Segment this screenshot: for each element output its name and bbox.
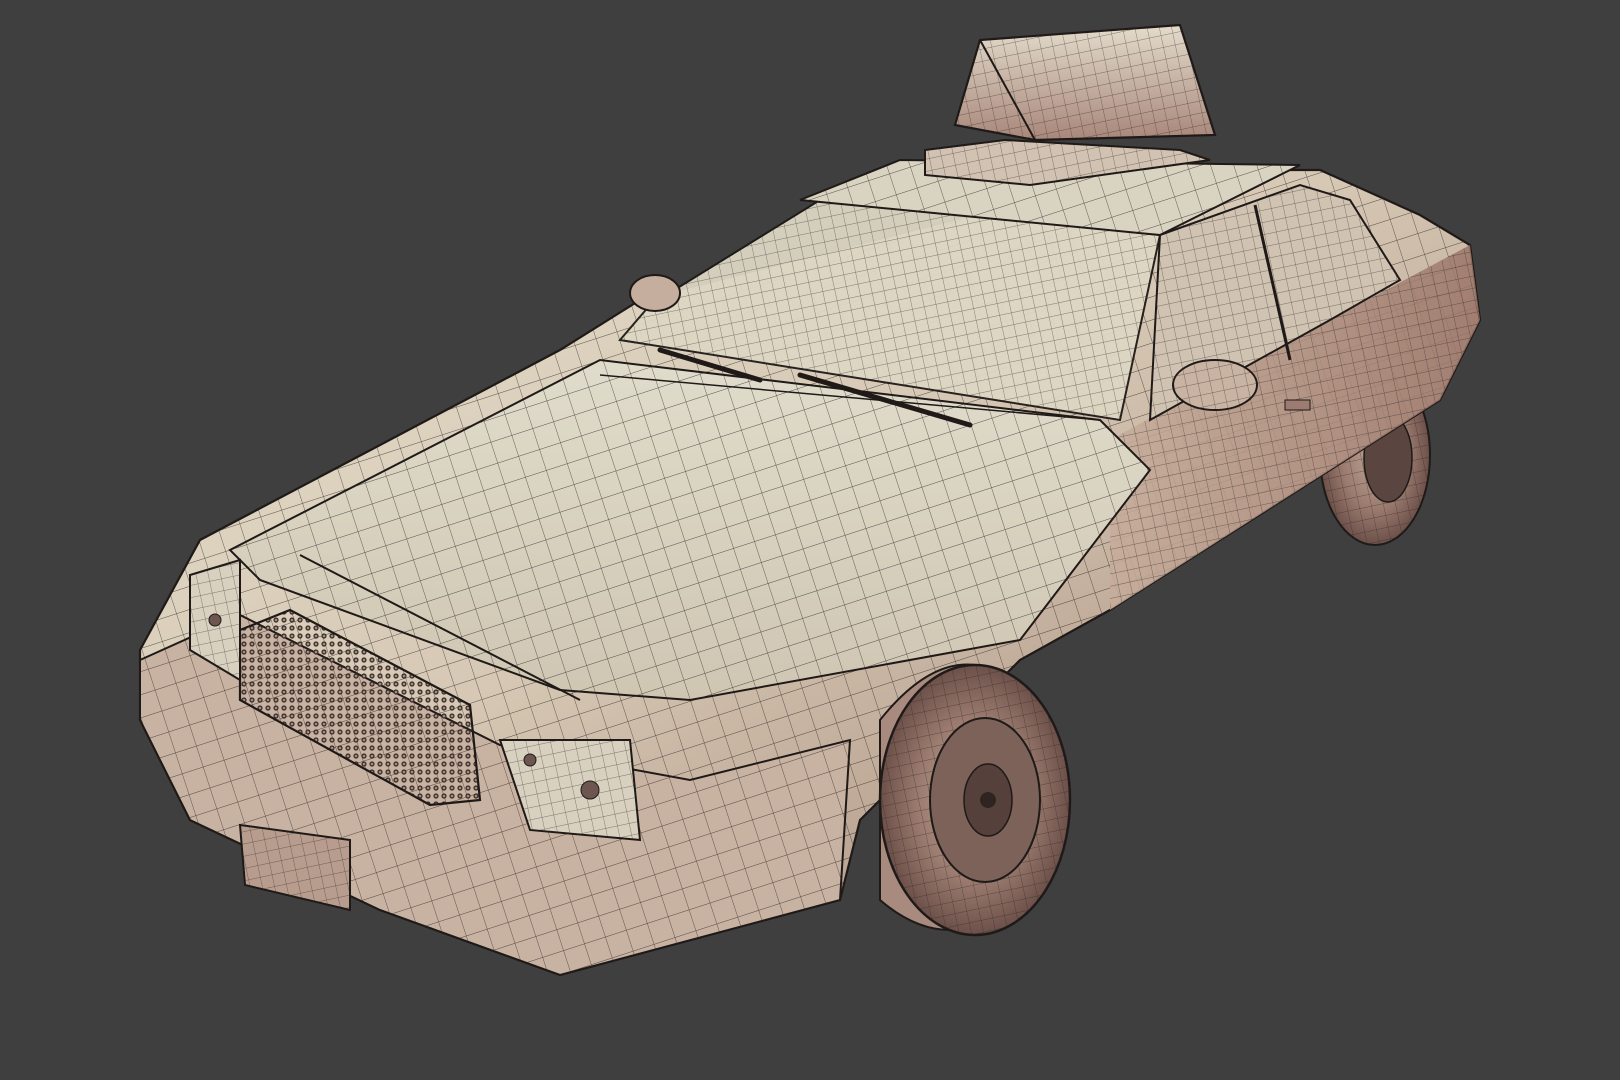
taxi-roof-sign bbox=[924, 23, 1217, 187]
car-body bbox=[138, 158, 1482, 977]
3d-viewport[interactable] bbox=[0, 0, 1620, 1080]
door-handle bbox=[1284, 399, 1311, 411]
side-mirror-left bbox=[629, 274, 681, 312]
taxi-wireframe-render bbox=[138, 23, 1482, 977]
front-wheel bbox=[878, 663, 1072, 937]
side-mirror-right bbox=[1172, 359, 1258, 411]
